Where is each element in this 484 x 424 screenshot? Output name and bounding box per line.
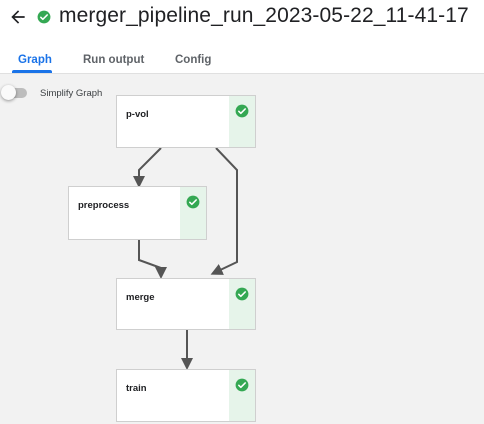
node-label: p-vol bbox=[126, 109, 149, 120]
page-title: merger_pipeline_run_2023-05-22_11-41-17 bbox=[59, 4, 469, 27]
check-circle-icon bbox=[235, 104, 249, 118]
tab-graph[interactable]: Graph bbox=[18, 54, 52, 66]
node-status bbox=[229, 96, 255, 147]
arrow-back-icon[interactable] bbox=[8, 7, 28, 27]
node-train[interactable]: train bbox=[116, 369, 256, 422]
check-circle-icon bbox=[37, 10, 51, 24]
active-tab-indicator bbox=[12, 70, 52, 73]
check-circle-icon bbox=[186, 195, 200, 209]
check-circle-icon bbox=[235, 287, 249, 301]
node-label: preprocess bbox=[78, 200, 130, 211]
node-status bbox=[180, 187, 206, 239]
tab-run-output[interactable]: Run output bbox=[83, 54, 144, 66]
tab-config[interactable]: Config bbox=[175, 54, 211, 66]
node-p-vol[interactable]: p-vol bbox=[116, 95, 256, 148]
page-header: merger_pipeline_run_2023-05-22_11-41-17 bbox=[0, 0, 484, 36]
node-preprocess[interactable]: preprocess bbox=[68, 186, 207, 240]
node-merge[interactable]: merge bbox=[116, 278, 256, 330]
edge-p-vol-to-merge bbox=[210, 147, 238, 275]
node-status bbox=[229, 279, 255, 329]
node-label: merge bbox=[126, 292, 155, 303]
node-label: train bbox=[126, 383, 147, 394]
edge-p-vol-to-preprocess bbox=[133, 147, 162, 188]
check-circle-icon bbox=[235, 378, 249, 392]
graph-canvas[interactable]: Simplify Graph p-vol preprocess merge tr… bbox=[0, 74, 484, 424]
node-status bbox=[229, 370, 255, 421]
edge-preprocess-to-merge bbox=[138, 240, 167, 279]
tab-bar: Graph Run output Config bbox=[0, 44, 484, 74]
